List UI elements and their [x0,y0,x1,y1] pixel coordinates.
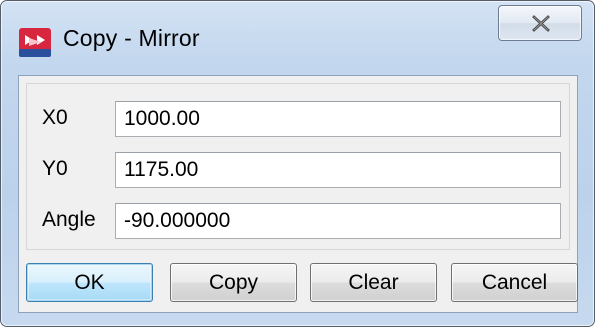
x0-label: X0 [42,106,68,129]
ok-button[interactable]: OK [26,263,153,302]
y0-label: Y0 [42,157,68,180]
angle-label: Angle [42,208,96,231]
copy-mirror-dialog: Copy - Mirror X0 Y0 Angle OK Copy Clear … [0,0,595,327]
dialog-body: X0 Y0 Angle OK Copy Clear Cancel [18,75,578,313]
y0-input[interactable] [115,152,561,188]
parameters-group: X0 Y0 Angle [26,83,570,250]
close-icon [532,15,550,32]
angle-input[interactable] [115,203,561,239]
close-button[interactable] [498,5,582,41]
x0-input[interactable] [115,101,561,137]
title-bar[interactable]: Copy - Mirror [1,1,594,69]
clear-button[interactable]: Clear [310,263,437,302]
copy-button[interactable]: Copy [170,263,297,302]
window-title: Copy - Mirror [63,25,200,51]
app-logo-icon [19,28,51,57]
cancel-button[interactable]: Cancel [451,263,578,302]
